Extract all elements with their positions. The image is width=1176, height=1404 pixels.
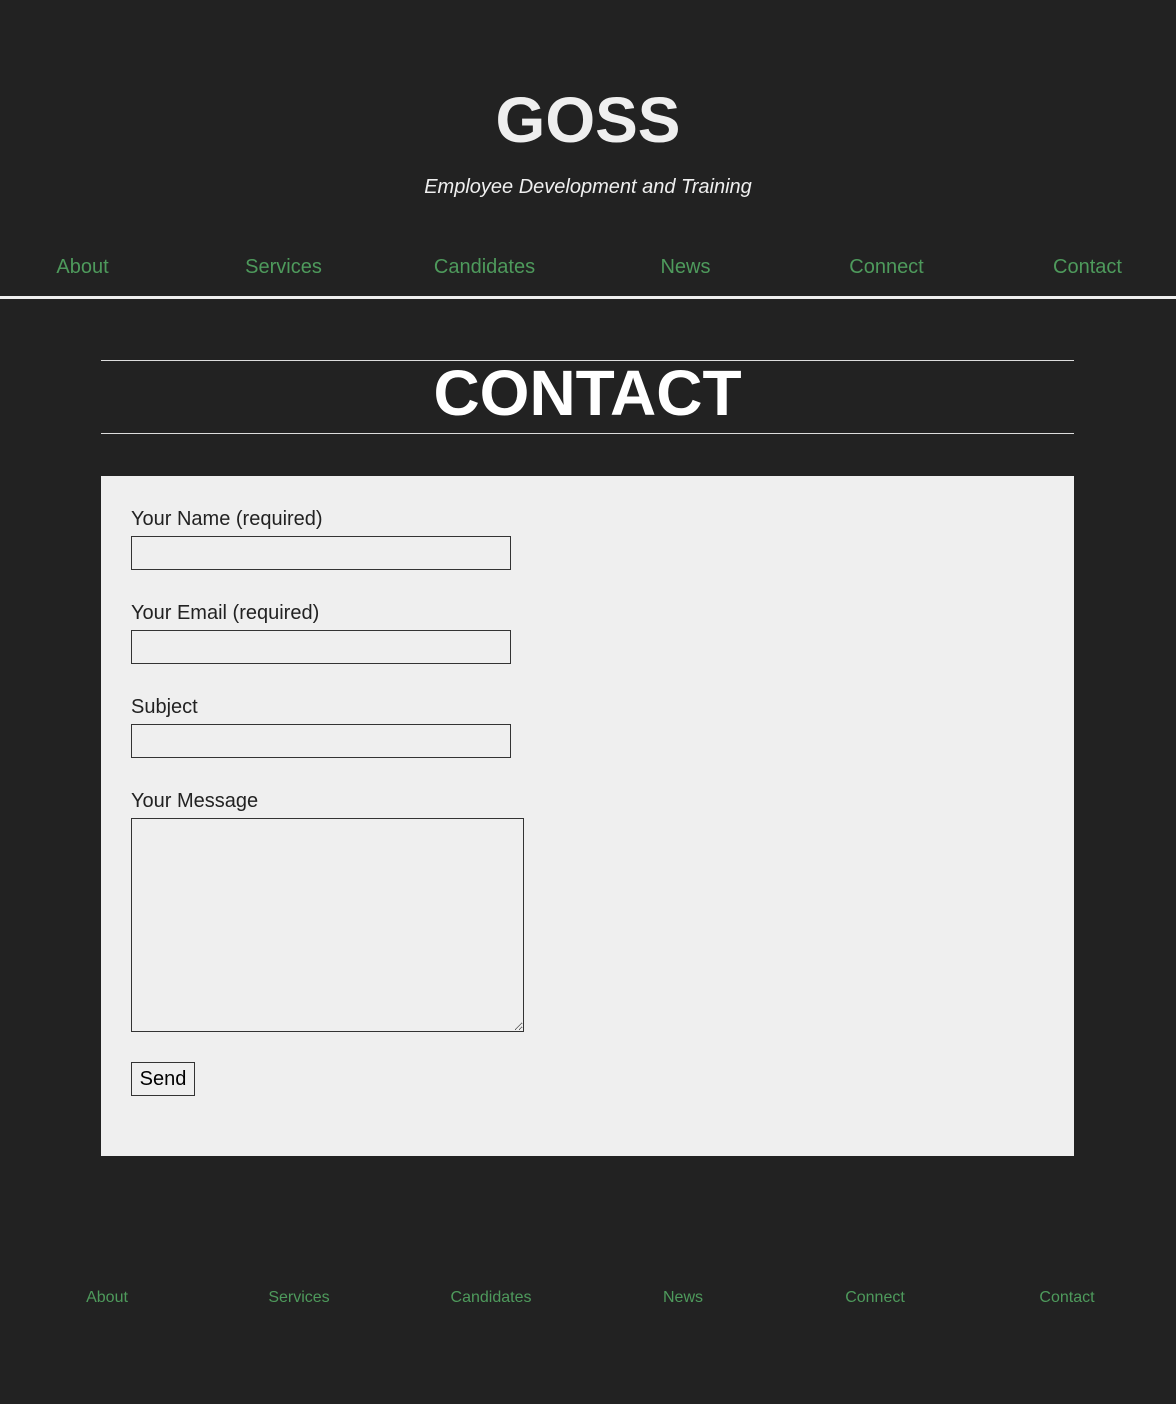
footer-nav-candidates[interactable]: Candidates [395,1288,587,1308]
footer-nav-contact[interactable]: Contact [971,1288,1163,1308]
send-button[interactable]: Send [131,1062,195,1096]
nav-candidates[interactable]: Candidates [384,254,585,280]
nav-connect[interactable]: Connect [786,254,987,280]
message-label: Your Message [131,790,259,812]
footer-nav-about[interactable]: About [11,1288,203,1308]
email-label: Your Email (required) [131,602,320,624]
main-nav: About Services Candidates News Connect C… [0,254,1176,280]
email-input[interactable] [131,630,511,664]
nav-contact[interactable]: Contact [987,254,1176,280]
footer-nav-connect[interactable]: Connect [779,1288,971,1308]
nav-divider [0,296,1176,299]
contact-form: Your Name (required) Your Email (require… [101,476,1074,1156]
nav-about[interactable]: About [0,254,183,280]
nav-services[interactable]: Services [183,254,384,280]
name-label: Your Name (required) [131,508,323,530]
nav-news[interactable]: News [585,254,786,280]
footer-nav-services[interactable]: Services [203,1288,395,1308]
site-tagline: Employee Development and Training [424,176,752,198]
message-textarea[interactable] [131,818,524,1032]
footer-nav-news[interactable]: News [587,1288,779,1308]
page-title: CONTACT [433,357,742,429]
site-title: GOSS [495,84,681,156]
name-input[interactable] [131,536,511,570]
subject-input[interactable] [131,724,511,758]
subject-label: Subject [131,696,198,718]
page-heading-box: CONTACT [101,360,1074,434]
footer-nav: About Services Candidates News Connect C… [11,1288,1163,1308]
